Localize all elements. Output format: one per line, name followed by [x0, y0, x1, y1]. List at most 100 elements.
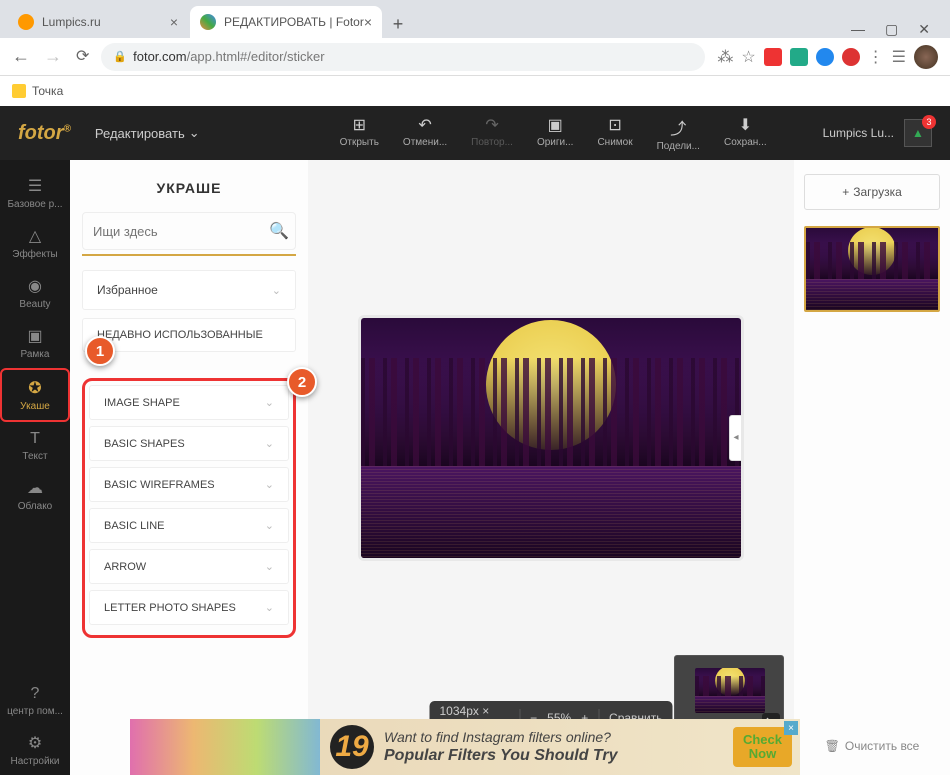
undo-icon: ↶: [418, 115, 431, 135]
category-item[interactable]: BASIC LINE⌄: [89, 508, 289, 543]
reading-list-icon[interactable]: ☰: [892, 47, 906, 67]
category-item[interactable]: IMAGE SHAPE⌄: [89, 385, 289, 420]
ad-text: Want to find Instagram filters online?Po…: [384, 728, 733, 767]
eye-icon: ◉: [28, 276, 42, 296]
undo-button[interactable]: ↶Отмени...: [393, 111, 457, 156]
fotor-app: fotor® Редактировать ⌄ ⊞Открыть ↶Отмени.…: [0, 106, 950, 775]
profile-avatar[interactable]: [914, 45, 938, 69]
search-icon[interactable]: 🔍: [269, 221, 289, 241]
forward-icon[interactable]: →: [44, 46, 62, 67]
bookmark-label[interactable]: Точка: [32, 84, 63, 98]
browser-tab[interactable]: Lumpics.ru ×: [8, 6, 188, 38]
maximize-icon[interactable]: ▢: [885, 21, 898, 38]
sticker-panel: УКРАШЕ 🔍 Избранное ⌄ НЕДАВНО ИСПОЛЬЗОВАН…: [70, 160, 308, 775]
chevron-down-icon: ⌄: [265, 601, 274, 614]
chevron-down-icon: ⌄: [265, 478, 274, 491]
clear-all-button[interactable]: 🗑 Очистить все: [804, 731, 940, 761]
save-icon: ⬇: [739, 115, 752, 135]
panel-title: УКРАШЕ: [82, 172, 296, 212]
rail-help[interactable]: ?центр пом...: [0, 677, 70, 725]
rail-sticker[interactable]: ✪Укаше: [0, 368, 70, 422]
image-thumbnail[interactable]: [804, 226, 940, 312]
save-button[interactable]: ⬇Сохран...: [714, 111, 777, 156]
close-window-icon[interactable]: ✕: [918, 21, 930, 38]
canvas-area[interactable]: ◂ 1034px × 606px − 55% + Сравнить ↘: [308, 160, 794, 775]
translate-icon[interactable]: ⁂: [717, 47, 733, 67]
callout-2: 2: [287, 367, 317, 397]
address-bar: ← → ⟳ 🔒 fotor.com /app.html#/editor/stic…: [0, 38, 950, 76]
rail-effects[interactable]: △Эффекты: [0, 218, 70, 268]
lock-icon: 🔒: [113, 50, 127, 63]
share-button[interactable]: ⤴Подели...: [647, 111, 710, 156]
rail-beauty[interactable]: ◉Beauty: [0, 268, 70, 318]
share-icon: ⤴: [670, 115, 686, 139]
extension-icon[interactable]: [790, 48, 808, 66]
category-item[interactable]: LETTER PHOTO SHAPES⌄: [89, 590, 289, 625]
notification-badge: 3: [922, 115, 936, 129]
back-icon[interactable]: ←: [12, 46, 30, 67]
frame-icon: ▣: [27, 326, 42, 346]
username[interactable]: Lumpics Lu...: [823, 126, 894, 140]
extension-icon[interactable]: [816, 48, 834, 66]
original-button[interactable]: ▣Ориги...: [527, 111, 584, 156]
ad-close-icon[interactable]: ×: [784, 721, 798, 735]
camera-icon: ⊡: [608, 115, 621, 135]
upload-button[interactable]: +Загрузка: [804, 174, 940, 210]
user-avatar[interactable]: ▲ 3: [904, 119, 932, 147]
chevron-down-icon: ⌄: [265, 396, 274, 409]
new-tab-button[interactable]: +: [384, 10, 412, 38]
redo-icon: ↷: [485, 115, 498, 135]
reload-icon[interactable]: ⟳: [76, 46, 89, 67]
category-item[interactable]: BASIC WIREFRAMES⌄: [89, 467, 289, 502]
canvas-image[interactable]: ◂: [361, 318, 741, 558]
extension-icon[interactable]: [842, 48, 860, 66]
collapse-handle[interactable]: ◂: [729, 415, 741, 461]
flask-icon: △: [29, 226, 41, 246]
tab-title: Lumpics.ru: [42, 15, 101, 29]
bookmark-bar: Точка: [0, 76, 950, 106]
category-item[interactable]: ARROW⌄: [89, 549, 289, 584]
menu-icon[interactable]: ⋮: [868, 47, 884, 67]
chevron-down-icon: ⌄: [272, 284, 281, 297]
gear-icon: ⚙: [28, 733, 42, 753]
url-path: /app.html#/editor/sticker: [187, 49, 325, 64]
star-icon[interactable]: ☆: [741, 47, 755, 67]
image-icon: ▣: [548, 115, 563, 135]
chevron-down-icon: ⌄: [189, 125, 200, 141]
rail-basic[interactable]: ☰Базовое р...: [0, 168, 70, 218]
edit-dropdown[interactable]: Редактировать ⌄: [95, 125, 200, 141]
rail-text[interactable]: TТекст: [0, 422, 70, 470]
snapshot-button[interactable]: ⊡Снимок: [587, 111, 642, 156]
ad-number: 19: [330, 725, 374, 769]
favicon: [18, 14, 34, 30]
open-icon: ⊞: [353, 115, 366, 135]
cloud-icon: ☁: [27, 478, 43, 498]
favorites-section[interactable]: Избранное ⌄: [82, 270, 296, 310]
extension-icon[interactable]: [764, 48, 782, 66]
search-input[interactable]: [93, 224, 269, 239]
open-button[interactable]: ⊞Открыть: [330, 111, 389, 156]
text-icon: T: [30, 430, 40, 448]
right-panel: +Загрузка 🗑 Очистить все: [794, 160, 950, 775]
minimize-icon[interactable]: —: [851, 21, 865, 38]
rail-settings[interactable]: ⚙Настройки: [0, 725, 70, 775]
close-icon[interactable]: ×: [364, 14, 372, 30]
ad-image: [130, 719, 320, 775]
favicon: [200, 14, 216, 30]
ad-banner[interactable]: 19 Want to find Instagram filters online…: [130, 719, 800, 775]
help-icon: ?: [31, 685, 40, 703]
trash-icon: 🗑: [825, 739, 840, 753]
browser-tab-active[interactable]: РЕДАКТИРОВАТЬ | Fotor ×: [190, 6, 382, 38]
chevron-down-icon: ⌄: [265, 560, 274, 573]
close-icon[interactable]: ×: [170, 14, 178, 30]
redo-button[interactable]: ↷Повтор...: [461, 111, 523, 156]
rail-frame[interactable]: ▣Рамка: [0, 318, 70, 368]
fotor-logo[interactable]: fotor®: [18, 122, 71, 145]
category-item[interactable]: BASIC SHAPES⌄: [89, 426, 289, 461]
url-host: fotor.com: [133, 49, 186, 64]
rail-cloud[interactable]: ☁Облако: [0, 470, 70, 520]
browser-tab-strip: Lumpics.ru × РЕДАКТИРОВАТЬ | Fotor × + —…: [0, 0, 950, 38]
url-field[interactable]: 🔒 fotor.com /app.html#/editor/sticker: [101, 43, 705, 71]
search-box[interactable]: 🔍: [82, 212, 296, 250]
categories-highlight: IMAGE SHAPE⌄ BASIC SHAPES⌄ BASIC WIREFRA…: [82, 378, 296, 638]
